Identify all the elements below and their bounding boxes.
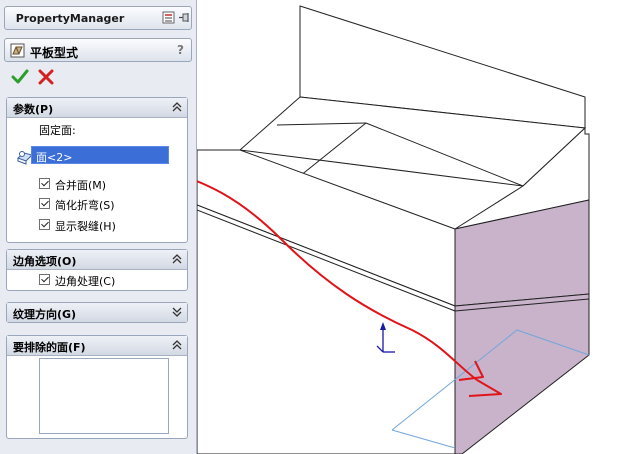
ok-checkmark-icon[interactable]	[11, 68, 29, 86]
grain-direction-group: 纹理方向(G)	[6, 302, 188, 323]
fixed-face-label: 固定面:	[39, 124, 76, 137]
grain-direction-group-header[interactable]: 纹理方向(G)	[7, 303, 187, 322]
highlighted-side-face-lower[interactable]	[454, 293, 590, 454]
collapse-chevron-icon[interactable]	[171, 101, 183, 113]
merge-faces-checkbox[interactable]	[39, 178, 50, 189]
help-icon[interactable]: ?	[177, 43, 184, 57]
simplify-bends-label: 简化折弯(S)	[55, 199, 115, 212]
show-slit-checkbox[interactable]	[39, 219, 50, 230]
property-manager-title: PropertyManager	[15, 12, 125, 25]
simplify-bends-checkbox[interactable]	[39, 198, 50, 209]
collapse-chevron-icon[interactable]	[171, 253, 183, 265]
merge-faces-label: 合并面(M)	[55, 179, 107, 192]
faces-to-exclude-listbox[interactable]	[39, 358, 169, 434]
flat-pattern-icon	[10, 43, 25, 58]
panel-options-icon[interactable]	[162, 11, 175, 24]
property-manager-header: PropertyManager	[4, 6, 192, 30]
fixed-face-selection-box[interactable]: 面<2>	[31, 146, 169, 164]
pin-icon[interactable]	[178, 11, 191, 24]
fixed-face-value: 面<2>	[36, 151, 73, 164]
faces-to-exclude-group-header[interactable]: 要排除的面(F)	[7, 336, 187, 356]
expand-chevron-icon[interactable]	[171, 306, 183, 318]
corner-treatment-label: 边角处理(C)	[55, 275, 116, 288]
corner-options-group-title: 边角选项(O)	[13, 255, 77, 268]
corner-options-group-header[interactable]: 边角选项(O)	[7, 250, 187, 270]
collapse-chevron-icon[interactable]	[171, 339, 183, 351]
show-slit-label: 显示裂缝(H)	[55, 220, 116, 233]
grain-direction-group-title: 纹理方向(G)	[13, 308, 77, 321]
parameters-group-header[interactable]: 参数(P)	[7, 98, 187, 118]
faces-to-exclude-group-title: 要排除的面(F)	[13, 341, 86, 354]
graphics-viewport[interactable]	[197, 0, 643, 454]
property-manager-panel: PropertyManager 平板型式 ? 参数(P) 固定面: 面<2> 合…	[0, 0, 197, 454]
sheet-metal-box-model[interactable]	[197, 0, 643, 454]
parameters-group-title: 参数(P)	[13, 103, 54, 116]
corner-treatment-checkbox[interactable]	[39, 274, 50, 285]
feature-header: 平板型式 ?	[4, 38, 192, 62]
cancel-x-icon[interactable]	[38, 68, 54, 86]
feature-title: 平板型式	[30, 46, 79, 60]
